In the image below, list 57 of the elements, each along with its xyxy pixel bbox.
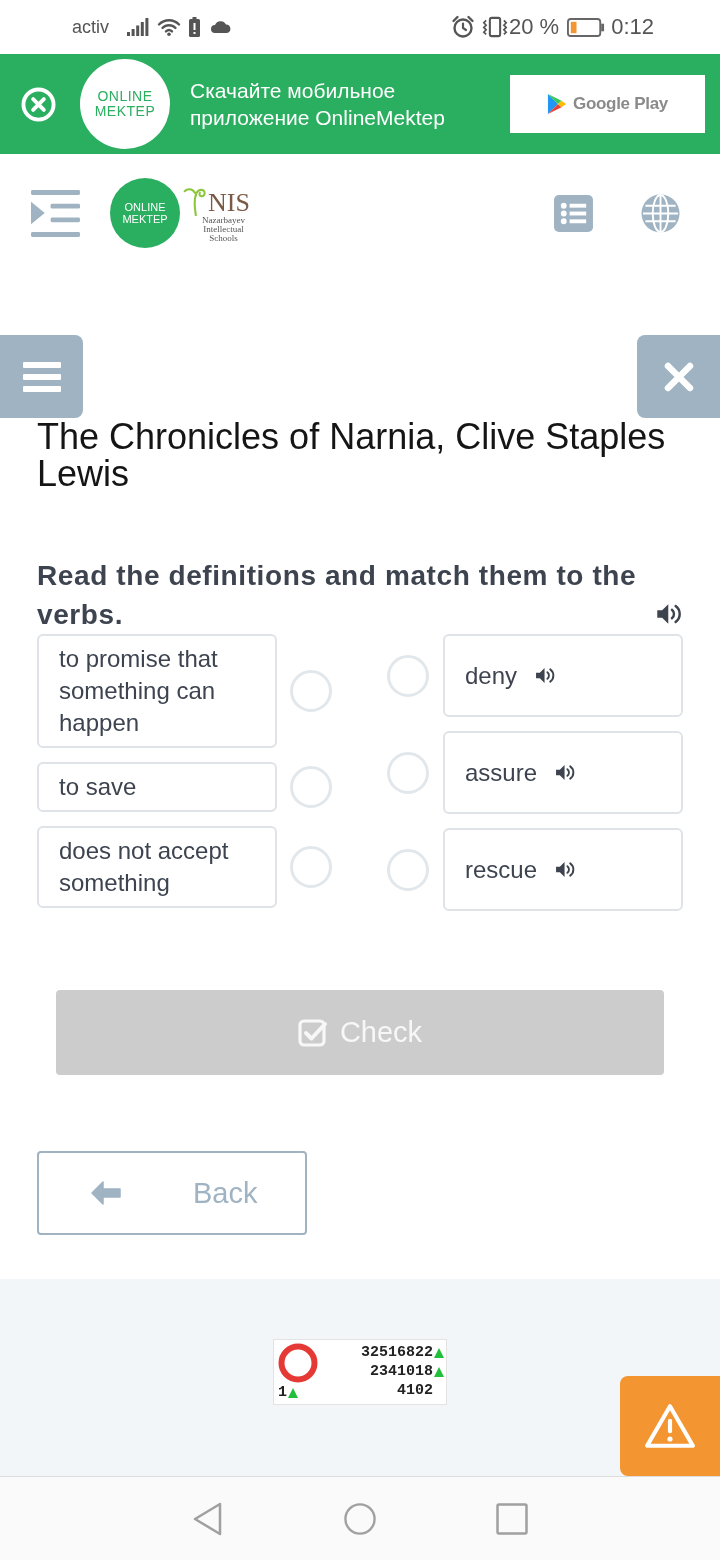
counter-value: 1 xyxy=(278,1383,287,1402)
back-icon[interactable] xyxy=(192,1501,224,1536)
vibrate-icon xyxy=(481,16,509,38)
partner-logo-subtitle: Nazarbayev Intellectual Schools xyxy=(200,215,246,243)
lesson-title: The Chronicles of Narnia, Clive Staples Lewis xyxy=(37,418,667,492)
warning-icon xyxy=(644,1403,696,1449)
radio-button[interactable] xyxy=(387,848,429,891)
speaker-icon[interactable] xyxy=(555,764,577,781)
word-card[interactable]: assure xyxy=(443,731,683,814)
app-logo: ONLINE MEKTEP xyxy=(80,59,170,149)
counter-value: 4102 xyxy=(397,1381,433,1400)
globe-icon[interactable] xyxy=(641,193,680,233)
battery-icon xyxy=(567,17,606,37)
definition-card[interactable]: does not accept something xyxy=(37,826,277,908)
banner-message: Скачайте мобильное приложение OnlineMektep xyxy=(190,78,446,131)
definition-card[interactable]: to save xyxy=(37,762,277,812)
menu-icon xyxy=(22,361,61,392)
speaker-icon[interactable] xyxy=(656,603,683,625)
radio-button[interactable] xyxy=(387,654,429,697)
radio-button[interactable] xyxy=(290,670,332,712)
counter-value: 2341018 xyxy=(370,1362,433,1381)
ring-icon xyxy=(278,1343,318,1383)
visitor-counter[interactable]: 1 32516822 2341018 4102 xyxy=(273,1339,447,1405)
indent-menu-icon[interactable] xyxy=(31,189,80,237)
menu-button[interactable] xyxy=(0,335,83,418)
recents-icon[interactable] xyxy=(496,1501,528,1536)
word-card[interactable]: rescue xyxy=(443,828,683,911)
home-icon[interactable] xyxy=(344,1501,376,1536)
radio-button[interactable] xyxy=(290,846,332,888)
cloud-icon xyxy=(210,21,232,33)
battery-percent: 20 % xyxy=(509,14,560,40)
counter-value: 32516822 xyxy=(361,1343,433,1362)
play-icon xyxy=(547,93,567,115)
alarm-icon xyxy=(451,15,475,39)
radio-button[interactable] xyxy=(290,766,332,808)
clock-time: 0:12 xyxy=(611,14,654,40)
list-icon[interactable] xyxy=(554,194,593,232)
signal-icon xyxy=(127,18,149,36)
checkbox-icon xyxy=(297,1017,328,1048)
close-button[interactable] xyxy=(637,335,720,418)
word-text: rescue xyxy=(465,854,538,885)
word-card[interactable]: deny xyxy=(443,634,683,717)
close-icon xyxy=(663,361,694,392)
carrier-name: activ xyxy=(72,16,109,38)
radio-button[interactable] xyxy=(387,751,429,794)
definition-card[interactable]: to promise that something can happen xyxy=(37,634,277,748)
word-text: assure xyxy=(465,757,538,788)
speaker-icon[interactable] xyxy=(555,861,577,878)
wifi-icon xyxy=(157,18,181,36)
report-button[interactable] xyxy=(620,1376,720,1476)
partner-logo-name: NIS xyxy=(208,189,250,216)
word-text: deny xyxy=(465,660,518,691)
close-icon[interactable] xyxy=(21,86,56,122)
instruction-text: Read the definitions and match them to the verbs. xyxy=(37,559,638,632)
arrow-left-icon xyxy=(91,1181,121,1205)
speaker-icon[interactable] xyxy=(535,667,557,684)
battery-alert-icon xyxy=(189,17,200,37)
